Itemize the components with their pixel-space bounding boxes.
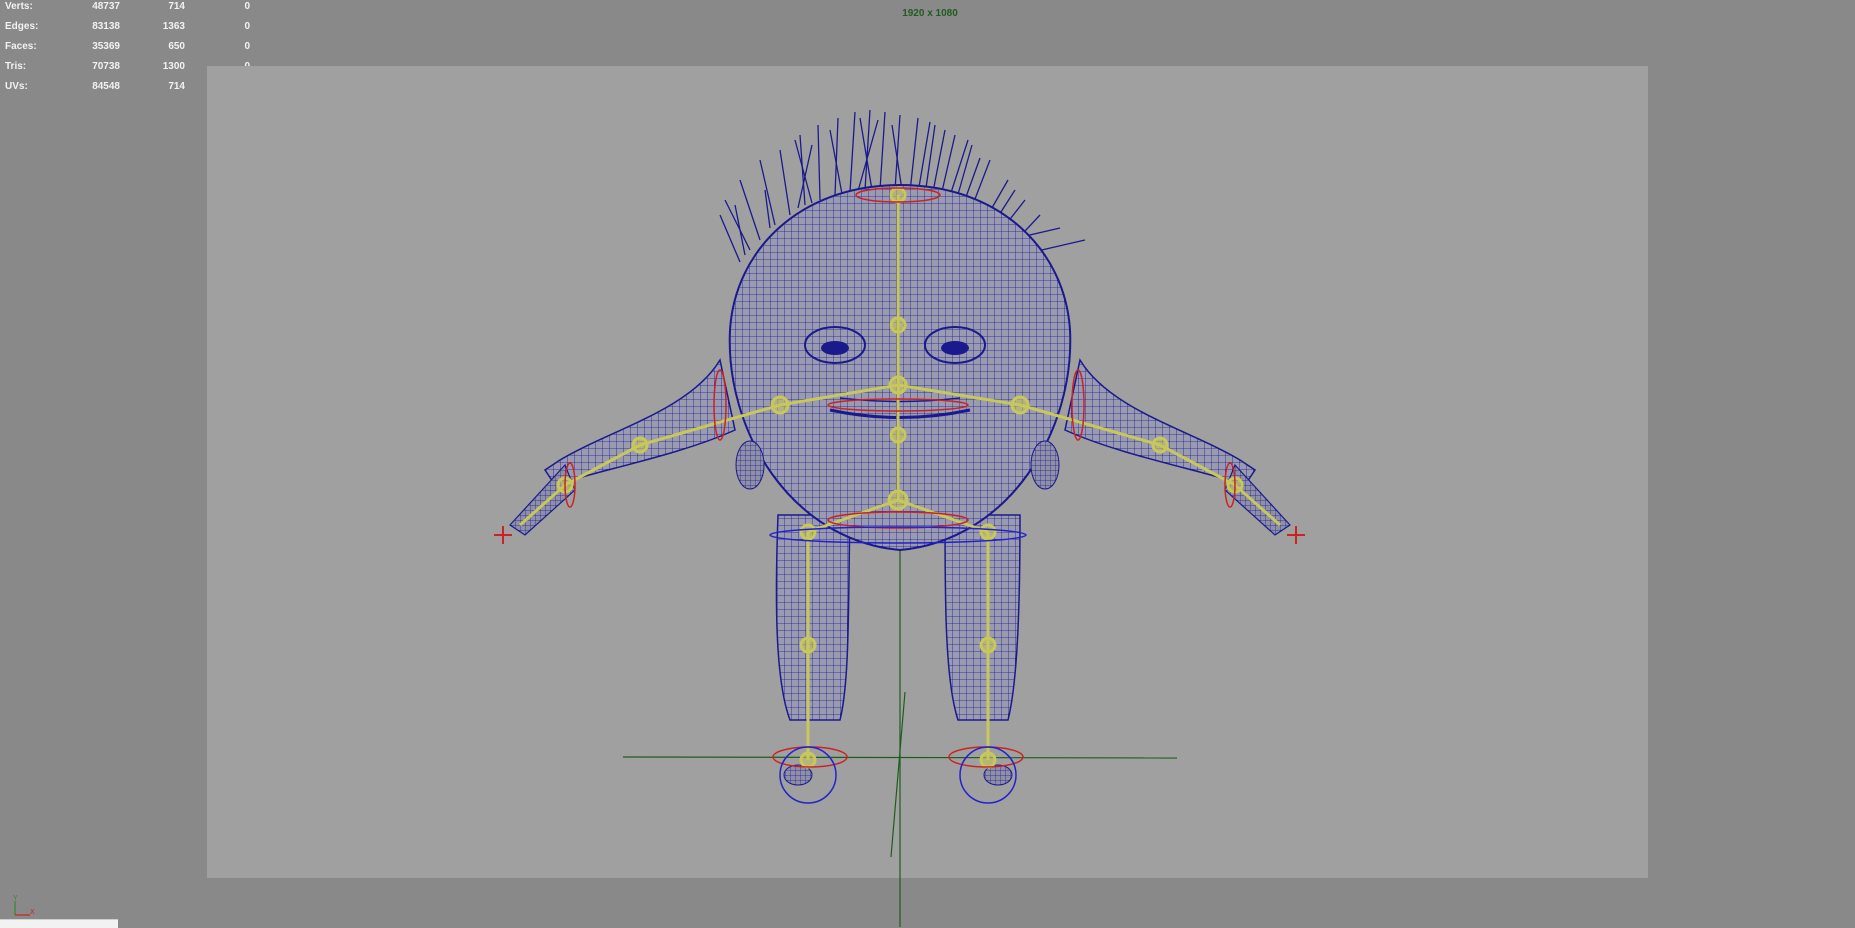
left-arm <box>543 357 736 486</box>
axis-x-label: X <box>30 909 35 916</box>
right-arm <box>1064 357 1257 486</box>
left-ear <box>735 440 765 490</box>
right-eye <box>941 341 969 355</box>
left-eye <box>821 341 849 355</box>
viewport-canvas[interactable] <box>0 0 1855 927</box>
left-leg <box>775 514 851 721</box>
xyz-axis-icon: Y X <box>13 895 35 916</box>
grid-z-axis <box>890 691 906 858</box>
right-leg <box>944 514 1021 721</box>
right-ear <box>1030 440 1060 490</box>
axis-y-label: Y <box>13 895 18 902</box>
